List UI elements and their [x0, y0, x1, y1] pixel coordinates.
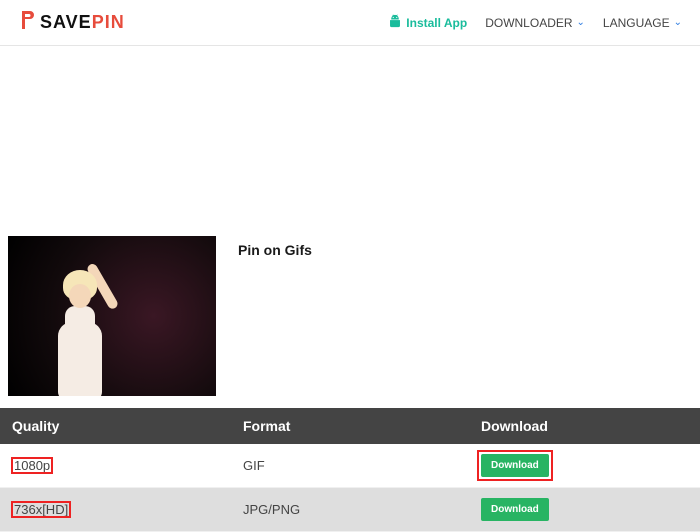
- cell-download: Download: [469, 488, 700, 531]
- cell-format: GIF: [231, 448, 469, 483]
- download-button[interactable]: Download: [481, 498, 549, 521]
- th-quality: Quality: [0, 408, 231, 444]
- thumbnail-bg: [8, 236, 216, 396]
- quality-value: 736x[HD]: [12, 502, 70, 517]
- chevron-down-icon: ⌄: [674, 17, 682, 28]
- th-download: Download: [469, 408, 700, 444]
- pin-thumbnail: [8, 236, 216, 396]
- cell-format: JPG/PNG: [231, 492, 469, 527]
- thumbnail-figure: [50, 280, 110, 396]
- nav-downloader[interactable]: DOWNLOADER ⌄: [485, 16, 585, 30]
- header: SAVEPIN Install App DOWNLOADER ⌄ LANGUAG…: [0, 0, 700, 46]
- table-header: Quality Format Download: [0, 408, 700, 444]
- downloads-table: Quality Format Download 1080p GIF Downlo…: [0, 408, 700, 532]
- cell-quality: 1080p: [0, 448, 231, 483]
- install-app-link[interactable]: Install App: [388, 14, 467, 31]
- ad-spacer: [0, 46, 700, 236]
- install-app-label: Install App: [406, 16, 467, 30]
- nav-language-label: LANGUAGE: [603, 16, 670, 30]
- table-row: 1080p GIF Download: [0, 444, 700, 488]
- pin-title: Pin on Gifs: [238, 242, 312, 258]
- logo-text-save: SAVE: [40, 12, 92, 33]
- nav-downloader-label: DOWNLOADER: [485, 16, 572, 30]
- quality-value: 1080p: [12, 458, 52, 473]
- cell-quality: 736x[HD]: [0, 492, 231, 527]
- logo-icon: [18, 10, 36, 35]
- logo[interactable]: SAVEPIN: [18, 10, 125, 35]
- th-format: Format: [231, 408, 469, 444]
- table-row: 736x[HD] JPG/PNG Download: [0, 488, 700, 532]
- logo-text-pin: PIN: [92, 12, 125, 33]
- android-icon: [388, 14, 402, 31]
- nav: Install App DOWNLOADER ⌄ LANGUAGE ⌄: [388, 14, 682, 31]
- pin-title-area: Pin on Gifs: [238, 236, 312, 258]
- chevron-down-icon: ⌄: [577, 17, 585, 28]
- download-button[interactable]: Download: [481, 454, 549, 477]
- cell-download: Download: [469, 444, 700, 487]
- content-row: Pin on Gifs: [0, 236, 700, 396]
- nav-language[interactable]: LANGUAGE ⌄: [603, 16, 682, 30]
